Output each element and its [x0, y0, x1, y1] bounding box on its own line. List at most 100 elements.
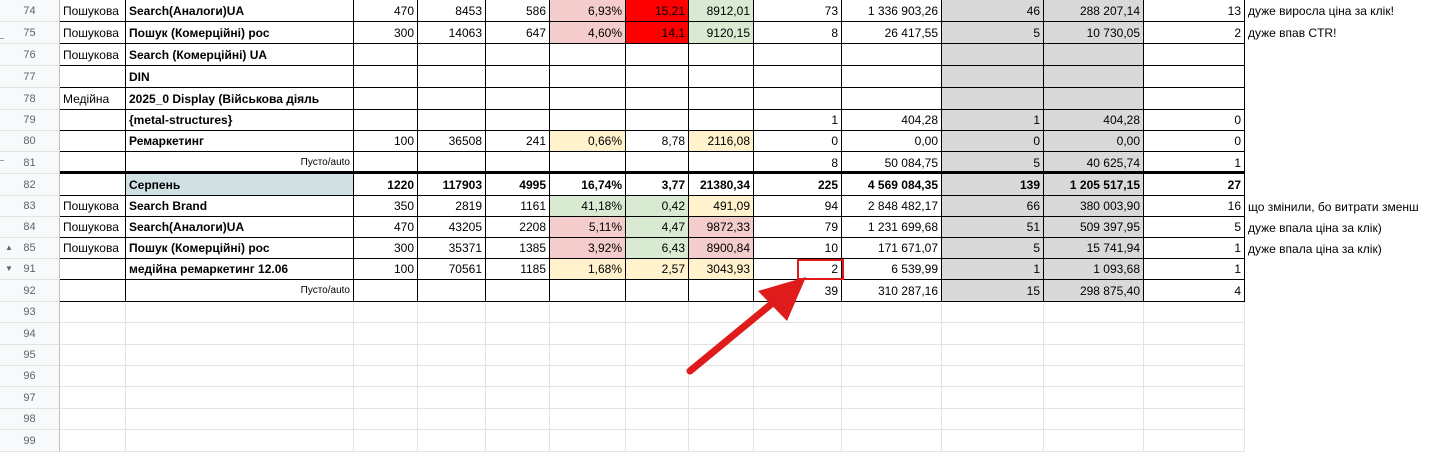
row-header[interactable]: 74: [0, 0, 60, 22]
cell-c[interactable]: [354, 409, 418, 430]
cell-l[interactable]: [1044, 66, 1144, 88]
cell-c[interactable]: 300: [354, 22, 418, 44]
row-header[interactable]: 92: [0, 280, 60, 302]
cell-k[interactable]: [942, 345, 1044, 366]
cell-e[interactable]: 647: [486, 22, 550, 44]
cell-f[interactable]: [550, 430, 626, 452]
cell-i[interactable]: [754, 302, 842, 323]
cell-a[interactable]: [60, 345, 126, 366]
cell-n[interactable]: дуже впала ціна за клік): [1245, 217, 1436, 238]
cell-n[interactable]: [1245, 88, 1436, 110]
cell-d[interactable]: [418, 280, 486, 302]
cell-g[interactable]: [626, 44, 689, 66]
cell-j[interactable]: [842, 366, 942, 387]
cell-l[interactable]: [1044, 88, 1144, 110]
cell-m[interactable]: 2: [1144, 22, 1245, 44]
row-header[interactable]: 76: [0, 44, 60, 66]
cell-h[interactable]: 3043,93: [689, 259, 754, 280]
cell-l[interactable]: 10 730,05: [1044, 22, 1144, 44]
cell-b[interactable]: Серпень: [126, 174, 354, 196]
cell-h[interactable]: [689, 66, 754, 88]
cell-n[interactable]: [1245, 152, 1436, 174]
cell-i[interactable]: [754, 345, 842, 366]
cell-n[interactable]: що змінили, бо витрати зменш: [1245, 196, 1436, 217]
cell-i[interactable]: 79: [754, 217, 842, 238]
cell-h[interactable]: [689, 345, 754, 366]
cell-m[interactable]: 0: [1144, 110, 1245, 131]
cell-b[interactable]: Пошук (Комерційні) рос: [126, 22, 354, 44]
cell-l[interactable]: 380 003,90: [1044, 196, 1144, 217]
cell-j[interactable]: 4 569 084,35: [842, 174, 942, 196]
cell-k[interactable]: 1: [942, 110, 1044, 131]
cell-f[interactable]: [550, 110, 626, 131]
cell-f[interactable]: [550, 387, 626, 409]
cell-n[interactable]: [1245, 280, 1436, 302]
cell-g[interactable]: [626, 409, 689, 430]
cell-g[interactable]: [626, 366, 689, 387]
row-header[interactable]: 77: [0, 66, 60, 88]
cell-h[interactable]: [689, 430, 754, 452]
cell-h[interactable]: [689, 44, 754, 66]
cell-j[interactable]: [842, 323, 942, 345]
cell-i[interactable]: [754, 88, 842, 110]
cell-l[interactable]: [1044, 366, 1144, 387]
cell-e[interactable]: 241: [486, 131, 550, 152]
cell-b[interactable]: [126, 323, 354, 345]
cell-d[interactable]: [418, 430, 486, 452]
cell-l[interactable]: 288 207,14: [1044, 0, 1144, 22]
cell-n[interactable]: [1245, 131, 1436, 152]
cell-k[interactable]: 1: [942, 259, 1044, 280]
cell-n[interactable]: дуже впав CTR!: [1245, 22, 1436, 44]
cell-n[interactable]: [1245, 259, 1436, 280]
cell-g[interactable]: 2,57: [626, 259, 689, 280]
cell-a[interactable]: Медійна: [60, 88, 126, 110]
cell-j[interactable]: [842, 345, 942, 366]
cell-d[interactable]: 70561: [418, 259, 486, 280]
cell-a[interactable]: [60, 430, 126, 452]
cell-n[interactable]: дуже виросла ціна за клік!: [1245, 0, 1436, 22]
cell-k[interactable]: [942, 430, 1044, 452]
cell-b[interactable]: [126, 302, 354, 323]
cell-l[interactable]: [1044, 430, 1144, 452]
cell-b[interactable]: Пусто/auto: [126, 280, 354, 302]
cell-m[interactable]: [1144, 323, 1245, 345]
cell-b[interactable]: Ремаркетинг: [126, 131, 354, 152]
cell-a[interactable]: [60, 66, 126, 88]
cell-f[interactable]: 41,18%: [550, 196, 626, 217]
cell-h[interactable]: 491,09: [689, 196, 754, 217]
cell-d[interactable]: [418, 110, 486, 131]
cell-k[interactable]: 15: [942, 280, 1044, 302]
triangle-up-icon[interactable]: ▲: [5, 243, 13, 252]
cell-d[interactable]: 14063: [418, 22, 486, 44]
cell-l[interactable]: [1044, 323, 1144, 345]
cell-i[interactable]: [754, 409, 842, 430]
cell-m[interactable]: 27: [1144, 174, 1245, 196]
cell-h[interactable]: [689, 366, 754, 387]
cell-a[interactable]: [60, 409, 126, 430]
cell-a[interactable]: [60, 366, 126, 387]
cell-c[interactable]: 100: [354, 131, 418, 152]
cell-e[interactable]: [486, 44, 550, 66]
cell-i[interactable]: [754, 387, 842, 409]
cell-a[interactable]: Пошукова: [60, 0, 126, 22]
cell-g[interactable]: [626, 430, 689, 452]
cell-e[interactable]: 1385: [486, 238, 550, 259]
cell-k[interactable]: [942, 409, 1044, 430]
cell-g[interactable]: [626, 345, 689, 366]
row-header[interactable]: 81: [0, 152, 60, 174]
cell-h[interactable]: [689, 280, 754, 302]
cell-d[interactable]: 43205: [418, 217, 486, 238]
cell-a[interactable]: [60, 131, 126, 152]
cell-l[interactable]: [1044, 409, 1144, 430]
cell-k[interactable]: [942, 387, 1044, 409]
cell-l[interactable]: [1044, 44, 1144, 66]
cell-l[interactable]: [1044, 302, 1144, 323]
cell-d[interactable]: 2819: [418, 196, 486, 217]
cell-c[interactable]: [354, 430, 418, 452]
row-header[interactable]: 97: [0, 387, 60, 409]
cell-d[interactable]: [418, 366, 486, 387]
cell-n[interactable]: дуже впала ціна за клік): [1245, 238, 1436, 259]
cell-e[interactable]: [486, 323, 550, 345]
cell-f[interactable]: [550, 366, 626, 387]
cell-h[interactable]: 9120,15: [689, 22, 754, 44]
